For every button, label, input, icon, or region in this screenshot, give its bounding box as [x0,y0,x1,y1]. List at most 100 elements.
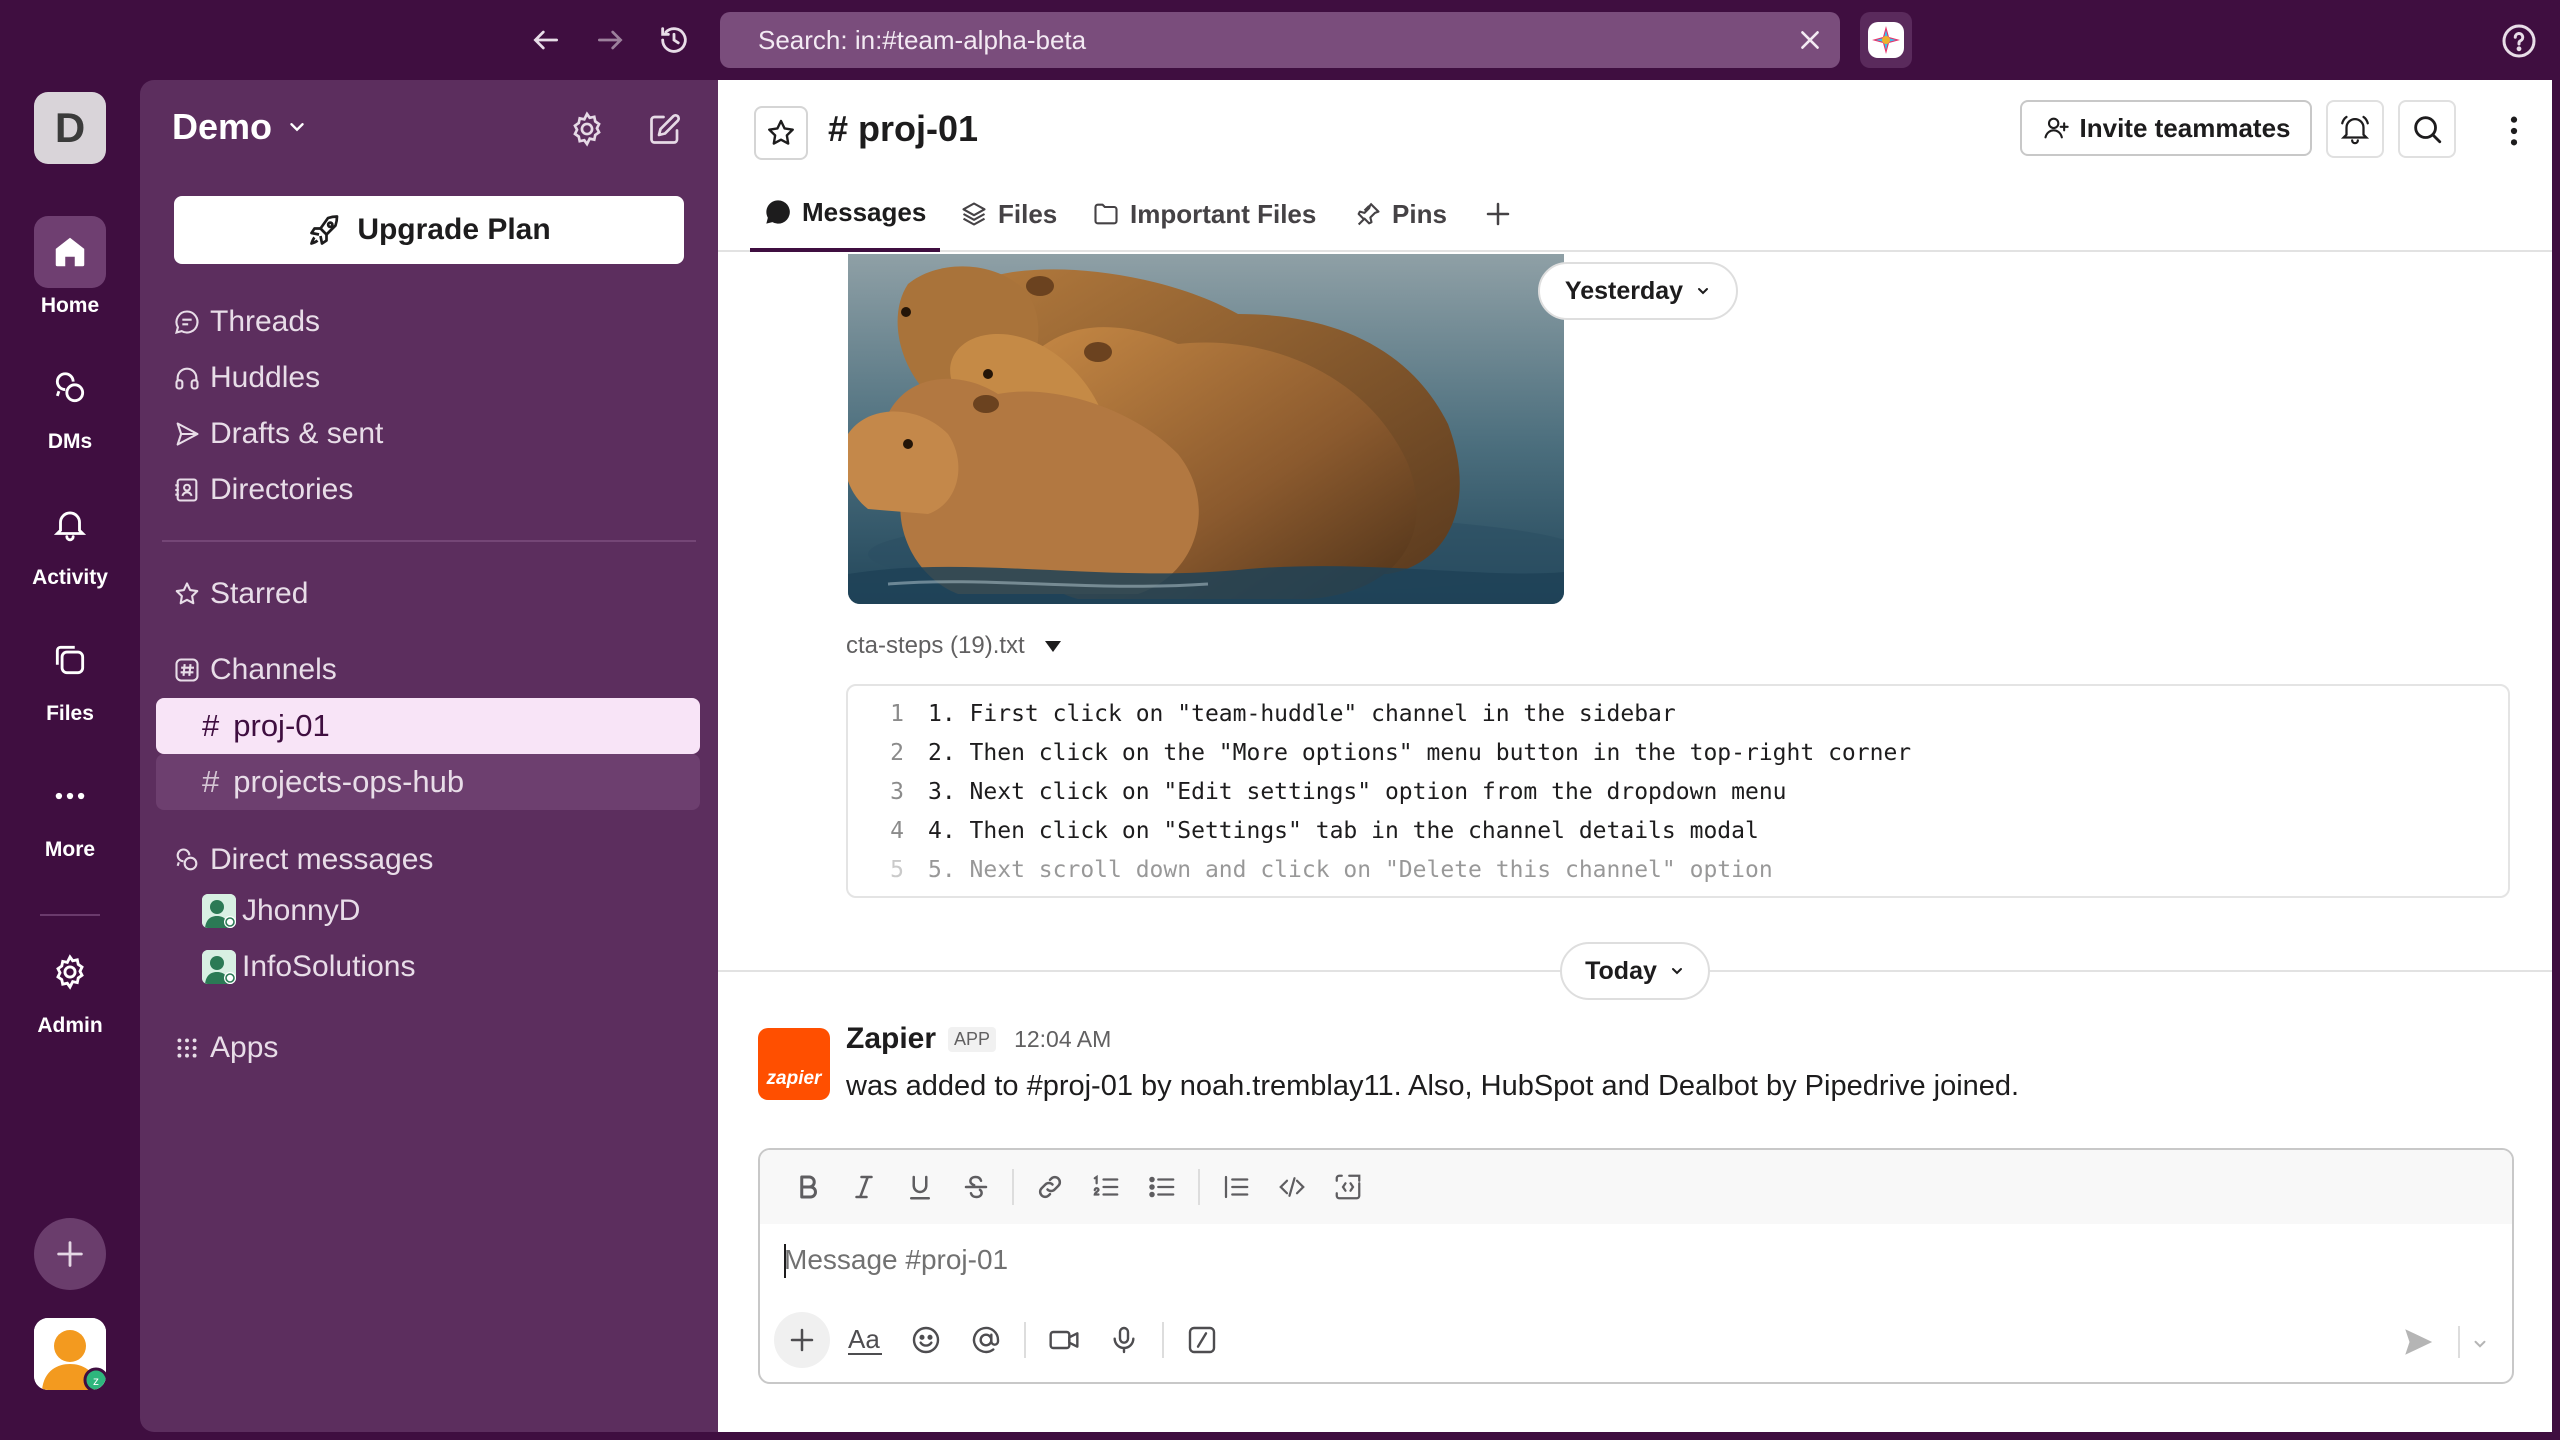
ordered-list-icon [1093,1174,1119,1196]
date-divider-yesterday[interactable]: Yesterday [1538,262,1738,320]
forward-button[interactable] [588,18,632,62]
user-avatar[interactable]: z [34,1318,106,1390]
bulleted-list-button[interactable] [1134,1162,1190,1212]
search-text: Search: in:#team-alpha-beta [758,24,1087,55]
bulleted-list-icon [1149,1176,1175,1198]
clear-search-button[interactable] [1790,20,1830,60]
audio-clip-button[interactable] [1094,1312,1154,1368]
code-icon [1279,1177,1305,1197]
send-button[interactable] [2396,1320,2440,1364]
sidebar-dm-jhonnyd[interactable]: JhonnyD [202,894,360,928]
sidebar-channel-projects-ops-hub[interactable]: # projects-ops-hub [156,754,700,810]
message-author[interactable]: Zapier [846,1022,936,1056]
tab-pins[interactable]: Pins [1354,176,1447,252]
sidebar-item-drafts[interactable]: Drafts & sent [172,412,383,456]
sidebar-dm-infosolutions[interactable]: InfoSolutions [202,950,415,984]
sidebar-section-direct-messages[interactable]: Direct messages [172,838,433,882]
attach-button[interactable] [774,1312,830,1368]
workspace-menu[interactable]: Demo [172,106,308,148]
code-block-button[interactable] [1320,1162,1376,1212]
rail-item-more[interactable]: More [0,760,140,862]
sidebar-item-directories[interactable]: Directories [172,468,353,512]
text-file-preview[interactable]: 1 1. First click on "team-huddle" channel… [846,684,2510,898]
sidebar-section-apps[interactable]: Apps [172,1026,278,1070]
add-tab-button[interactable] [1478,194,1518,234]
sidebar-item-huddles[interactable]: Huddles [172,356,320,400]
sidebar-section-channels[interactable]: Channels [172,648,337,692]
invite-teammates-button[interactable]: Invite teammates [2020,100,2312,156]
file-name: cta-steps (19).txt [846,632,1025,659]
avatar [202,950,236,984]
schedule-send-button[interactable] [2462,1324,2498,1364]
workspace-avatar[interactable]: D [34,92,106,164]
ordered-list-button[interactable] [1078,1162,1134,1212]
plus-icon [790,1328,814,1352]
compose-button[interactable] [640,104,690,154]
tab-files[interactable]: Files [960,176,1057,252]
rail-item-activity[interactable]: Activity [0,488,140,590]
add-workspace-button[interactable] [34,1218,106,1290]
date-divider-today[interactable]: Today [1560,942,1710,1000]
back-button[interactable] [524,18,568,62]
message-timestamp[interactable]: 12:04 AM [1014,1026,1111,1053]
channel-name: proj-01 [858,108,979,149]
star-channel-button[interactable] [754,106,808,160]
rail-divider [40,914,100,916]
tab-label: Files [998,198,1058,229]
blockquote-button[interactable] [1208,1162,1264,1212]
notifications-button[interactable] [2326,100,2384,158]
caret-down-icon [1044,641,1061,652]
avatar[interactable]: zapier [758,1028,830,1100]
sidebar-item-label: Threads [210,305,321,338]
hash-icon: # [202,764,220,799]
italic-button[interactable] [836,1162,892,1212]
folder-icon [1094,203,1118,225]
help-button[interactable] [2496,18,2542,64]
tab-important-files[interactable]: Important Files [1092,176,1316,252]
history-icon [661,27,687,53]
plus-icon [1486,202,1510,226]
sidebar-section-label: Starred [210,577,309,610]
bold-button[interactable] [780,1162,836,1212]
upgrade-label: Upgrade Plan [357,213,551,246]
slash-command-button[interactable] [1172,1312,1232,1368]
rail-item-files[interactable]: Files [0,624,140,726]
mention-button[interactable] [956,1312,1016,1368]
rail-item-admin[interactable]: Admin [0,936,140,1038]
sidebar-channel-proj-01[interactable]: # proj-01 [156,698,700,754]
channel-name: projects-ops-hub [233,764,465,799]
star-icon [175,582,199,605]
underline-button[interactable] [892,1162,948,1212]
toolbar-divider [1162,1322,1164,1358]
workspace-settings-button[interactable] [562,104,612,154]
more-options-button[interactable] [2494,106,2534,156]
sidebar-item-threads[interactable]: Threads [172,300,320,344]
formatting-toggle-button[interactable]: Aa [836,1312,896,1368]
tab-label: Important Files [1130,198,1317,229]
link-button[interactable] [1022,1162,1078,1212]
channel-sidebar: Demo Upgrade Plan Threads Huddles Drafts… [140,80,718,1432]
tab-messages[interactable]: Messages [750,176,941,252]
sidebar-section-starred[interactable]: Starred [172,572,308,616]
history-button[interactable] [652,18,696,62]
person-avatar-icon [202,894,236,928]
search-bar[interactable]: Search: in:#team-alpha-beta [720,12,1840,68]
sidebar-section-label: Apps [210,1031,279,1064]
message-input[interactable] [784,1230,2384,1290]
rail-item-dms[interactable]: DMs [0,352,140,454]
channel-tabs: Messages Files Important Files Pins [718,176,2552,252]
upgrade-plan-button[interactable]: Upgrade Plan [174,196,684,264]
file-attachment-header[interactable]: cta-steps (19).txt [846,632,1063,660]
ai-assistant-button[interactable] [1860,12,1912,68]
strikethrough-button[interactable] [948,1162,1004,1212]
search-channel-button[interactable] [2398,100,2456,158]
emoji-button[interactable] [896,1312,956,1368]
avatar [202,894,236,928]
channel-title[interactable]: # proj-01 [828,108,978,150]
image-attachment[interactable] [848,254,1564,604]
sidebar-section-label: Direct messages [210,843,434,876]
video-clip-button[interactable] [1034,1312,1094,1368]
rail-item-home[interactable]: Home [0,216,140,318]
pin-icon [1357,202,1380,226]
code-button[interactable] [1264,1162,1320,1212]
